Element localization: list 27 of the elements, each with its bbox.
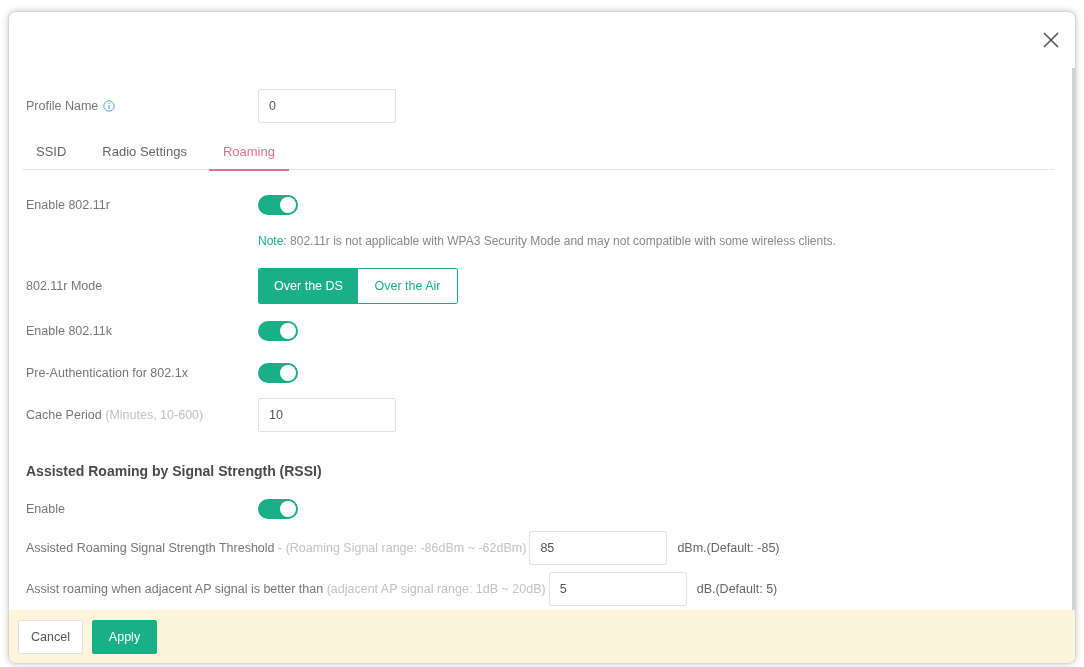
field-label: Cache Period (Minutes, 10-600) xyxy=(26,408,204,422)
field-label: 802.11r Mode xyxy=(26,279,103,293)
text-input[interactable]: 85 xyxy=(529,530,668,565)
tab[interactable]: Roaming xyxy=(208,133,289,171)
field-label: Pre-Authentication for 802.1x xyxy=(26,366,188,380)
text-input[interactable]: 0 xyxy=(258,89,396,123)
cancel-button[interactable]: Cancel xyxy=(18,619,83,654)
note-text: Note: 802.11r is not applicable with WPA3 Security Mode and may not compatible with some wireless clients. xyxy=(258,234,836,248)
field-label: Profile Name xyxy=(26,99,99,113)
unit-text: dB.(Default: 5) xyxy=(696,581,778,596)
toggle-switch[interactable] xyxy=(258,363,298,383)
close-icon[interactable] xyxy=(1043,32,1059,48)
info-icon[interactable] xyxy=(103,100,116,112)
section-heading: Assisted Roaming by Signal Strength (RSSI) xyxy=(26,463,322,479)
field-label: Enable 802.11k xyxy=(26,324,112,338)
field-label: Assisted Roaming Signal Strength Threshold - (Roaming Signal range: -86dBm ~ -62dBm) xyxy=(26,540,527,555)
unit-text: dBm.(Default: -85) xyxy=(677,540,780,555)
field-label: Enable xyxy=(26,502,65,516)
toggle-switch[interactable] xyxy=(258,195,298,215)
field-label: Assist roaming when adjacent AP signal is better than (adjacent AP signal range: 1dB ~ 20dB) xyxy=(26,581,546,596)
field-label: Enable 802.11r xyxy=(26,198,110,212)
text-input[interactable]: 5 xyxy=(548,571,687,606)
toggle-switch[interactable] xyxy=(258,321,298,341)
toggle-switch[interactable] xyxy=(258,499,298,519)
text-input[interactable]: 10 xyxy=(258,398,396,432)
tab[interactable]: Radio Settings xyxy=(88,133,201,171)
tab[interactable]: SSID xyxy=(22,133,81,171)
